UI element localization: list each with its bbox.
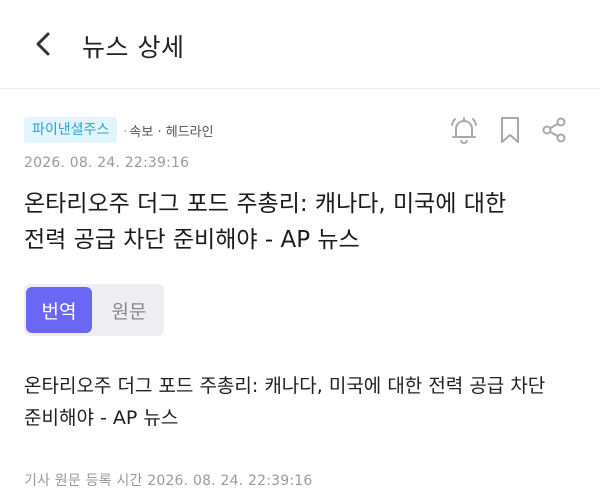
category-label: · 속보 · 헤드라인 xyxy=(123,121,213,140)
share-button[interactable] xyxy=(536,112,572,148)
bookmark-button[interactable] xyxy=(492,112,528,148)
original-tab[interactable]: 원문 xyxy=(96,287,162,333)
category-text: 속보 · 헤드라인 xyxy=(129,124,214,140)
article-actions xyxy=(446,112,572,148)
share-icon xyxy=(542,117,566,143)
alarm-button[interactable] xyxy=(446,112,482,148)
bookmark-icon xyxy=(501,117,519,143)
back-button[interactable] xyxy=(28,26,60,62)
chevron-left-icon xyxy=(36,32,50,56)
body-line-2: 준비해야 - AP 뉴스 xyxy=(24,407,179,429)
source-badge[interactable]: 파이낸셜주스 xyxy=(24,117,118,143)
article-timestamp: 2026. 08. 24. 22:39:16 xyxy=(24,155,190,171)
registered-time: 기사 원문 등록 시간 2026. 08. 24. 22:39:16 xyxy=(24,473,313,489)
page-title: 뉴스 상세 xyxy=(82,33,185,62)
translated-tab[interactable]: 번역 xyxy=(26,287,92,333)
category-dot: · xyxy=(123,124,128,140)
article-headline: 온타리오주 더그 포드 주총리: 캐나다, 미국에 대한 전력 공급 차단 준비… xyxy=(24,186,574,258)
headline-line-1: 온타리오주 더그 포드 주총리: 캐나다, 미국에 대한 xyxy=(24,191,507,217)
app-header: 뉴스 상세 xyxy=(0,0,600,88)
bell-icon xyxy=(451,117,477,144)
article-body: 온타리오주 더그 포드 주총리: 캐나다, 미국에 대한 전력 공급 차단 준비… xyxy=(24,370,574,434)
header-divider xyxy=(0,88,600,89)
body-line-1: 온타리오주 더그 포드 주총리: 캐나다, 미국에 대한 전력 공급 차단 xyxy=(24,375,546,397)
translation-toggle: 번역 원문 xyxy=(24,284,164,336)
headline-line-2: 전력 공급 차단 준비해야 - AP 뉴스 xyxy=(24,227,360,253)
article-source-row: 파이낸셜주스 · 속보 · 헤드라인 xyxy=(24,116,214,144)
